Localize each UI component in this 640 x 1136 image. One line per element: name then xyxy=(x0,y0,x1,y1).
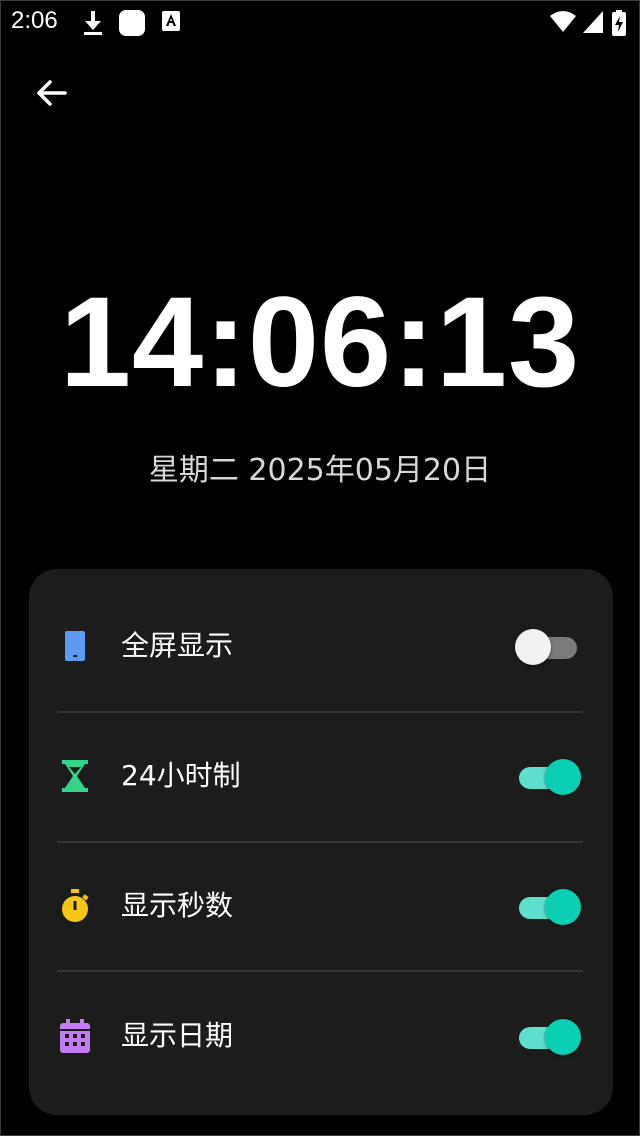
download-icon xyxy=(81,9,105,41)
toggle-thumb xyxy=(515,629,551,665)
wifi-icon xyxy=(549,9,577,39)
setting-row-show-seconds[interactable]: 显示秒数 xyxy=(29,829,613,959)
signal-icon xyxy=(581,9,605,39)
status-time: 2:06 xyxy=(11,7,58,34)
clock-date: 星期二 2025年05月20日 xyxy=(148,453,492,488)
toggle-thumb xyxy=(545,1019,581,1055)
status-bar: 2:06 xyxy=(1,1,639,45)
setting-row-24-hour[interactable]: 24小时制 xyxy=(29,699,613,829)
setting-label-show-date: 显示日期 xyxy=(121,1019,234,1052)
hourglass-icon xyxy=(59,759,91,793)
setting-row-fullscreen[interactable]: 全屏显示 xyxy=(29,569,613,699)
show-date-toggle[interactable] xyxy=(519,1017,581,1057)
phone-icon xyxy=(59,629,91,663)
app-icon xyxy=(118,9,146,41)
calendar-icon xyxy=(59,1019,91,1053)
setting-row-show-date[interactable]: 显示日期 xyxy=(29,959,613,1089)
fullscreen-toggle[interactable] xyxy=(515,627,581,667)
arrow-left-icon xyxy=(35,79,67,111)
text-icon xyxy=(161,9,181,37)
battery-charging-icon xyxy=(611,9,627,41)
settings-card: 全屏显示 24小时制 显示秒数 显示日期 xyxy=(29,569,613,1115)
toggle-thumb xyxy=(545,759,581,795)
back-button[interactable] xyxy=(27,73,75,117)
toggle-thumb xyxy=(545,889,581,925)
clock-time: 14:06:13 xyxy=(59,271,581,414)
24-hour-toggle[interactable] xyxy=(519,757,581,797)
stopwatch-icon xyxy=(59,889,91,923)
setting-label-24-hour: 24小时制 xyxy=(121,759,241,792)
setting-label-show-seconds: 显示秒数 xyxy=(121,889,234,922)
setting-label-fullscreen: 全屏显示 xyxy=(121,629,234,662)
show-seconds-toggle[interactable] xyxy=(519,887,581,927)
